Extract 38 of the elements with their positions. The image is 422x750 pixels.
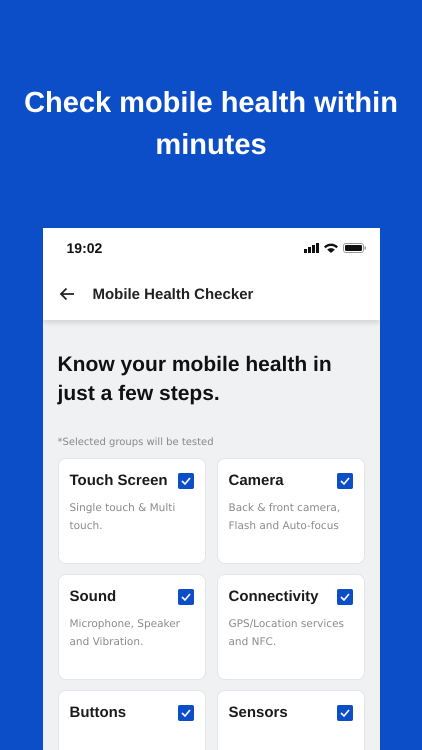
group-title: Sound: [70, 588, 116, 605]
battery-icon: [342, 243, 366, 253]
group-checkbox[interactable]: [336, 704, 352, 720]
group-title: Sensors: [228, 704, 288, 721]
group-checkbox[interactable]: [178, 588, 194, 604]
signal-icon: [304, 243, 318, 253]
group-description: Back & front camera, Flash and Auto-focus: [228, 501, 342, 534]
headline: Check mobile health within minutes: [23, 86, 399, 163]
back-button[interactable]: [58, 287, 74, 301]
selection-note: *Selected groups will be tested: [58, 437, 215, 448]
wifi-icon: [324, 243, 338, 253]
checkmark-icon: [340, 708, 350, 716]
checkmark-icon: [180, 708, 190, 716]
group-title: Touch Screen: [70, 472, 168, 489]
test-group-card[interactable]: Sound Microphone, Speaker and Vibration.: [58, 574, 206, 680]
checkmark-icon: [340, 592, 350, 600]
status-time: 19:02: [66, 240, 102, 256]
group-checkbox[interactable]: [336, 472, 352, 488]
page-heading: Know your mobile health in just a few steps.: [58, 352, 333, 407]
group-description: Microphone, Speaker and Vibration.: [70, 617, 182, 650]
checkmark-icon: [340, 476, 350, 484]
app-bar-title: Mobile Health Checker: [92, 286, 254, 302]
group-description: GPS/Location services and NFC.: [228, 617, 345, 650]
test-group-card[interactable]: Buttons: [58, 690, 206, 750]
group-title: Buttons: [70, 704, 126, 721]
back-arrow-icon: [58, 287, 74, 301]
test-group-card[interactable]: Connectivity GPS/Location services and NFC.: [216, 574, 364, 680]
group-checkbox[interactable]: [178, 472, 194, 488]
checkmark-icon: [180, 476, 190, 484]
test-group-card[interactable]: Touch Screen Single touch & Multi touch.: [58, 458, 206, 564]
test-group-card[interactable]: Sensors: [216, 690, 364, 750]
test-group-card[interactable]: Camera Back & front camera, Flash and Auto-focus: [216, 458, 364, 564]
group-title: Camera: [228, 472, 284, 489]
group-checkbox[interactable]: [336, 588, 352, 604]
group-title: Connectivity: [228, 588, 319, 605]
checkmark-icon: [180, 592, 190, 600]
group-checkbox[interactable]: [178, 704, 194, 720]
group-description: Single touch & Multi touch.: [70, 501, 176, 534]
